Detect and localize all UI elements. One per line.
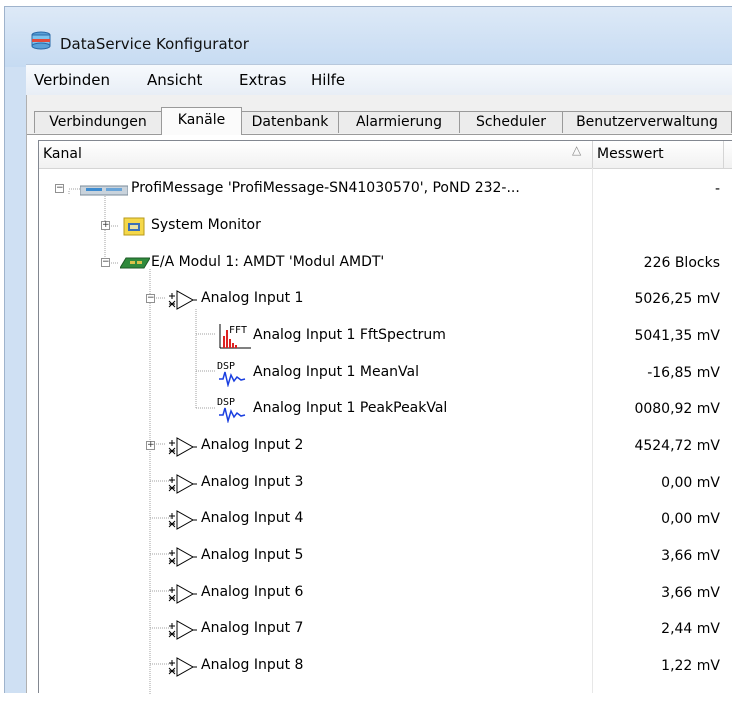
tab-strip: Verbindungen Kanäle Datenbank Alarmierun… (27, 95, 732, 135)
tree-row-meanval[interactable]: DSP Analog Input 1 MeanVal -16,85 mV (39, 355, 732, 391)
kanaele-panel: Kanal △ Messwert − ProfiMessage 'ProfiMe… (27, 134, 732, 695)
analog-input-amplifier-icon (168, 290, 197, 310)
tab-alarmierung[interactable]: Alarmierung (338, 111, 460, 133)
tree-row-analog-input-2[interactable]: + Analog Input 2 4524,72 mV (39, 428, 732, 464)
collapse-toggle-icon[interactable]: − (146, 294, 155, 303)
tree-row-analog-input-4[interactable]: Analog Input 4 0,00 mV (39, 501, 732, 537)
tree-row-value: -16,85 mV (647, 365, 720, 381)
tree-row-label: E/A Modul 1: AMDT 'Modul AMDT' (151, 254, 385, 270)
menu-hilfe[interactable]: Hilfe (311, 71, 345, 89)
tree-row-value: 1,22 mV (661, 658, 720, 674)
tree-row-value: 0,00 mV (661, 511, 720, 527)
tree-row-label: Analog Input 4 (201, 510, 304, 526)
menu-verbinden[interactable]: Verbinden (34, 71, 110, 89)
analog-input-amplifier-icon (168, 620, 197, 640)
expand-toggle-icon[interactable]: + (101, 221, 110, 230)
tab-benutzerverwaltung[interactable]: Benutzerverwaltung (562, 111, 732, 133)
collapse-toggle-icon[interactable]: − (101, 258, 110, 267)
tree-row-label: Analog Input 8 (201, 657, 304, 673)
tree-row-label: Analog Input 1 PeakPeakVal (253, 400, 448, 416)
fft-spectrum-icon: FFT (219, 324, 251, 349)
analog-input-amplifier-icon (168, 547, 197, 567)
tree-row-label: Analog Input 1 (201, 290, 304, 306)
tab-scheduler-label: Scheduler (475, 114, 547, 130)
tree-row-fft-spectrum[interactable]: FFT Analog Input 1 FftSpectrum 5041,35 m… (39, 318, 732, 354)
menu-extras[interactable]: Extras (239, 71, 286, 89)
analog-input-amplifier-icon (168, 657, 197, 677)
tree-row-value: 3,66 mV (661, 585, 720, 601)
tab-verbindungen[interactable]: Verbindungen (34, 111, 162, 133)
tree-row-label: Analog Input 1 FftSpectrum (253, 327, 446, 343)
tree-row-label: Analog Input 1 MeanVal (253, 364, 419, 380)
tree-row-analog-input-6[interactable]: Analog Input 6 3,66 mV (39, 575, 732, 611)
tree-row-analog-input-1[interactable]: − Analog Input 1 5026,25 mV (39, 281, 732, 317)
app-window: DataService Konfigurator Verbinden Ansic… (4, 6, 732, 695)
tab-kanaele-label: Kanäle (177, 112, 226, 128)
menu-bar: Verbinden Ansicht Extras Hilfe (26, 64, 732, 96)
tree-row-analog-input-8[interactable]: Analog Input 8 1,22 mV (39, 648, 732, 684)
tree-row-label: Analog Input 3 (201, 474, 304, 490)
analog-input-amplifier-icon (168, 474, 197, 494)
dsp-signal-icon: DSP (217, 361, 246, 387)
tree-row-label: System Monitor (151, 217, 261, 233)
database-app-icon (31, 31, 51, 50)
tree-row-label: Analog Input 2 (201, 437, 304, 453)
menu-ansicht[interactable]: Ansicht (147, 71, 202, 89)
fft-icon-label: FFT (229, 325, 247, 336)
tree-row-value: 0,00 mV (661, 475, 720, 491)
tree-row-value: 226 Blocks (643, 255, 720, 271)
device-icon (80, 185, 128, 196)
analog-input-amplifier-icon (168, 584, 197, 604)
tree-row-value: 0080,92 mV (634, 401, 720, 417)
tree-row-label: ProfiMessage 'ProfiMessage-SN41030570', … (131, 180, 520, 196)
tab-alarmierung-label: Alarmierung (355, 114, 443, 130)
tree-row-ea-modul[interactable]: − E/A Modul 1: AMDT 'Modul AMDT' 226 Blo… (39, 245, 732, 281)
tree-row-peakpeakval[interactable]: DSP Analog Input 1 PeakPeakVal 0080,92 m… (39, 391, 732, 427)
analog-input-amplifier-icon (168, 510, 197, 530)
tree-row-analog-input-7[interactable]: Analog Input 7 2,44 mV (39, 611, 732, 647)
channel-tree-list[interactable]: Kanal △ Messwert − ProfiMessage 'ProfiMe… (38, 140, 732, 695)
analog-input-amplifier-icon (168, 437, 197, 457)
dsp-signal-icon: DSP (217, 397, 246, 423)
dsp-icon-label: DSP (217, 361, 235, 372)
tree-row-value: 5026,25 mV (634, 291, 720, 307)
tree-row-value: 2,44 mV (661, 621, 720, 637)
tab-datenbank-label: Datenbank (251, 114, 329, 130)
tree-row-value: 5041,35 mV (634, 328, 720, 344)
system-monitor-folder-icon (123, 217, 145, 236)
tab-kanaele[interactable]: Kanäle (161, 107, 242, 135)
tab-benutzerverwaltung-label: Benutzerverwaltung (576, 114, 718, 130)
tree-row-analog-input-3[interactable]: Analog Input 3 0,00 mV (39, 465, 732, 501)
tab-scheduler[interactable]: Scheduler (459, 111, 563, 133)
tree-row-label: Analog Input 7 (201, 620, 304, 636)
tree-row-analog-input-5[interactable]: Analog Input 5 3,66 mV (39, 538, 732, 574)
io-module-board-icon (120, 257, 150, 269)
tree-row-value: - (714, 181, 720, 197)
title-bar[interactable]: DataService Konfigurator (5, 7, 732, 67)
window-title: DataService Konfigurator (60, 35, 249, 53)
collapse-toggle-icon[interactable]: − (55, 184, 64, 193)
expand-toggle-icon[interactable]: + (146, 441, 155, 450)
dsp-icon-label: DSP (217, 397, 235, 408)
tree-row-label: Analog Input 6 (201, 584, 304, 600)
tab-datenbank[interactable]: Datenbank (241, 111, 339, 133)
tree-row-label: Analog Input 5 (201, 547, 304, 563)
tree-row-system-monitor[interactable]: + System Monitor (39, 208, 732, 244)
tree-row-value: 4524,72 mV (634, 438, 720, 454)
tab-verbindungen-label: Verbindungen (49, 114, 147, 130)
tree-row-value: 3,66 mV (661, 548, 720, 564)
tree-row-profimessage[interactable]: − ProfiMessage 'ProfiMessage-SN41030570'… (39, 171, 732, 207)
client-area: Verbindungen Kanäle Datenbank Alarmierun… (26, 95, 732, 695)
